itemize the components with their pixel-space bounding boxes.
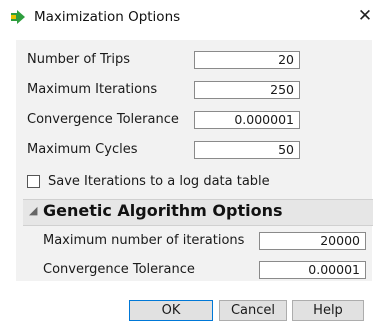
jmp-arrow-icon: [11, 10, 25, 24]
maximum-iterations-label: Maximum Iterations: [27, 82, 158, 97]
convergence-tolerance-label: Convergence Tolerance: [27, 112, 179, 127]
save-iterations-checkbox[interactable]: [27, 175, 40, 188]
maximum-iterations-field[interactable]: 250: [194, 81, 300, 99]
cancel-button[interactable]: Cancel: [219, 300, 287, 321]
number-of-trips-field[interactable]: 20: [194, 51, 300, 69]
maximum-cycles-label: Maximum Cycles: [27, 142, 138, 157]
max-number-iterations-field[interactable]: 20000: [259, 232, 366, 250]
ok-button[interactable]: OK: [129, 300, 213, 321]
window-title: Maximization Options: [34, 9, 181, 25]
ga-convergence-tolerance-field[interactable]: 0.00001: [259, 261, 366, 279]
save-iterations-label[interactable]: Save Iterations to a log data table: [48, 174, 270, 189]
help-button[interactable]: Help: [292, 300, 364, 321]
convergence-tolerance-field[interactable]: 0.000001: [194, 111, 300, 129]
close-icon[interactable]: ✕: [355, 5, 375, 27]
genetic-algorithm-title: Genetic Algorithm Options: [43, 201, 283, 220]
disclosure-triangle-icon[interactable]: ◢: [29, 204, 37, 217]
maximum-cycles-field[interactable]: 50: [194, 141, 300, 159]
title-bar: Maximization Options ✕: [0, 0, 379, 34]
genetic-algorithm-outline-header[interactable]: ◢ Genetic Algorithm Options: [23, 199, 373, 226]
ga-convergence-tolerance-label: Convergence Tolerance: [43, 262, 195, 277]
max-number-iterations-label: Maximum number of iterations: [43, 233, 245, 248]
number-of-trips-label: Number of Trips: [27, 52, 131, 67]
